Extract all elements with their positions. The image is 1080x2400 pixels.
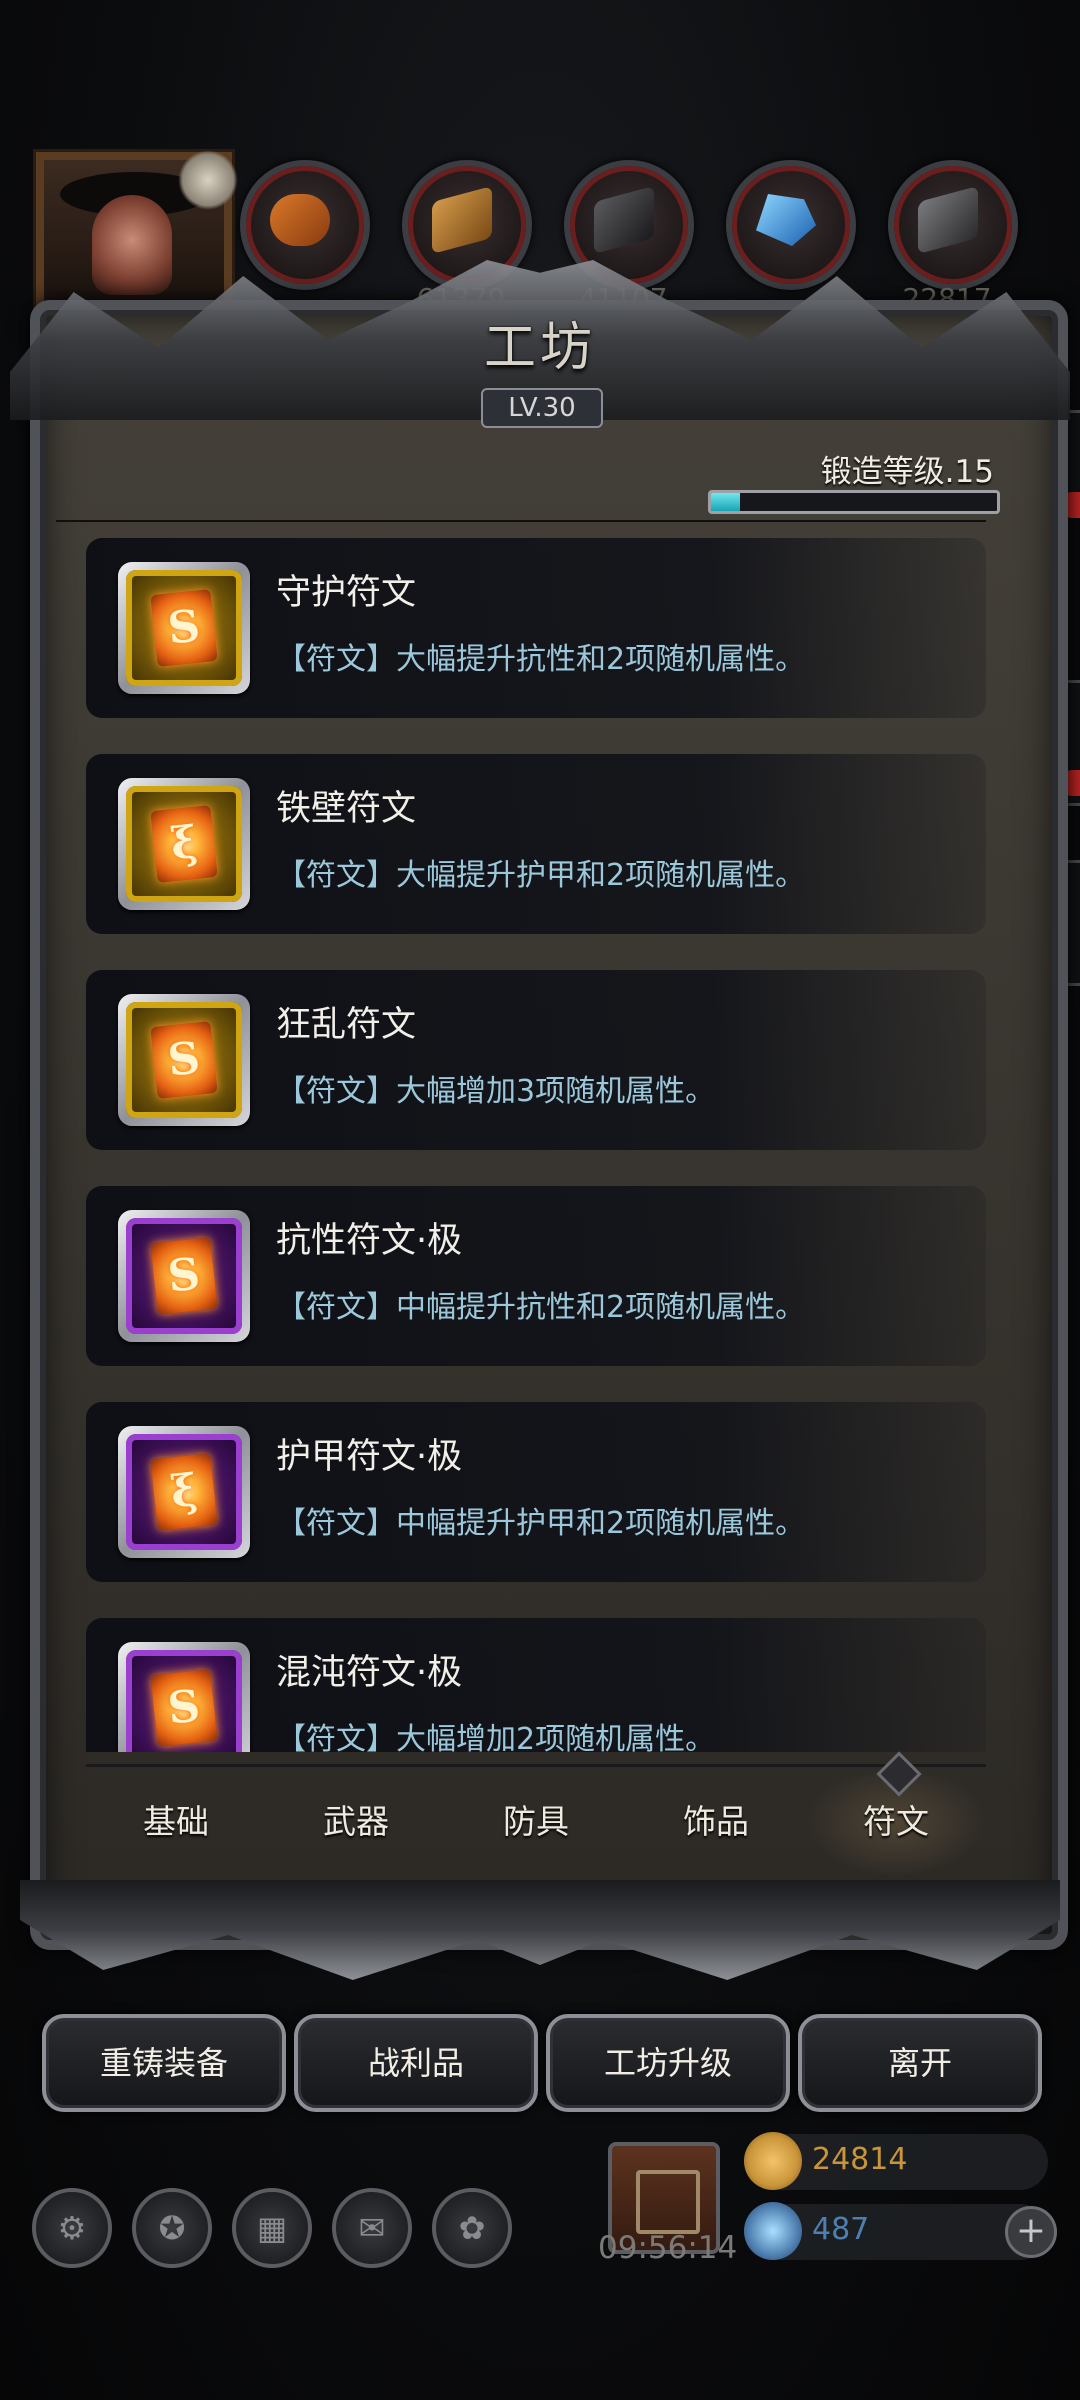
item-icon-frame: ξ	[118, 1426, 250, 1558]
gold-coin-icon	[744, 2132, 802, 2190]
resource-steel[interactable]	[888, 160, 1018, 290]
gem-icon	[744, 2202, 802, 2260]
item-name: 混沌符文·极	[276, 1653, 463, 1693]
rune-icon: S	[150, 1669, 218, 1747]
item-description: 【符文】大幅提升抗性和2项随机属性。	[276, 642, 806, 677]
workshop-upgrade-button[interactable]: 工坊升级	[546, 2014, 790, 2112]
item-icon-background: ξ	[126, 1434, 242, 1550]
crystal-icon	[756, 194, 816, 246]
item-icon-frame: S	[118, 1210, 250, 1342]
gold-amount: 24814	[812, 2142, 908, 2177]
rune-icon: S	[150, 589, 218, 667]
list-item[interactable]: S 混沌符文·极 【符文】大幅增加2项随机属性。	[86, 1618, 986, 1752]
item-description: 【符文】大幅增加2项随机属性。	[276, 1722, 716, 1752]
rune-glyph: ξ	[168, 816, 200, 871]
rune-glyph: S	[165, 1680, 203, 1735]
workshop-level-badge: LV.30	[481, 388, 603, 428]
tab-armor[interactable]: 防具	[446, 1767, 626, 1877]
resource-bar: 61379 41107 22817	[240, 160, 1020, 315]
list-item[interactable]: ξ 铁壁符文 【符文】大幅提升护甲和2项随机属性。	[86, 754, 986, 934]
plank-icon	[432, 185, 492, 255]
item-icon-background: S	[126, 570, 242, 686]
resource-crystal[interactable]	[726, 160, 856, 290]
wood-icon	[270, 194, 330, 246]
item-icon-frame: S	[118, 1642, 250, 1752]
map-icon[interactable]: ▦	[232, 2188, 312, 2268]
add-currency-plus-icon[interactable]: +	[1005, 2206, 1057, 2258]
gold-currency: 24814	[744, 2132, 1048, 2190]
forge-progress-fill	[711, 493, 740, 511]
item-description: 【符文】中幅提升抗性和2项随机属性。	[276, 1290, 806, 1325]
leave-button[interactable]: 离开	[798, 2014, 1042, 2112]
settings-gear-icon[interactable]: ⚙	[32, 2188, 112, 2268]
gem-amount: 487	[812, 2212, 870, 2247]
item-description: 【符文】大幅增加3项随机属性。	[276, 1074, 716, 1109]
item-icon-frame: S	[118, 562, 250, 694]
window-bottom-ornament	[20, 1880, 1060, 1980]
rune-icon: S	[150, 1237, 218, 1315]
rune-icon: ξ	[150, 1453, 218, 1531]
window-title: 工坊	[483, 318, 596, 378]
gift-icon	[636, 2170, 700, 2234]
forge-level-label: 锻造等级.15	[820, 454, 994, 490]
item-name: 守护符文	[276, 573, 417, 613]
tab-accessory[interactable]: 饰品	[626, 1767, 806, 1877]
rune-glyph: S	[165, 600, 203, 655]
rune-icon: ξ	[150, 805, 218, 883]
item-icon-frame: ξ	[118, 778, 250, 910]
item-icon-background: S	[126, 1650, 242, 1752]
list-item[interactable]: ξ 护甲符文·极 【符文】中幅提升护甲和2项随机属性。	[86, 1402, 986, 1582]
rune-recipe-list[interactable]: S 守护符文 【符文】大幅提升抗性和2项随机属性。 ξ 铁壁符文 【符文】大幅提…	[86, 536, 986, 1752]
gem-currency: 487	[744, 2202, 1048, 2260]
item-description: 【符文】大幅提升护甲和2项随机属性。	[276, 858, 806, 893]
loot-button[interactable]: 战利品	[294, 2014, 538, 2112]
item-name: 狂乱符文	[276, 1005, 417, 1045]
recast-equipment-button[interactable]: 重铸装备	[42, 2014, 286, 2112]
category-tabs: 基础 武器 防具 饰品 符文	[86, 1764, 986, 1877]
rune-icon: S	[150, 1021, 218, 1099]
player-portrait[interactable]	[36, 150, 238, 318]
resource-wood[interactable]	[240, 160, 370, 290]
item-icon-background: S	[126, 1218, 242, 1334]
item-description: 【符文】中幅提升护甲和2项随机属性。	[276, 1506, 806, 1541]
list-item[interactable]: S 狂乱符文 【符文】大幅增加3项随机属性。	[86, 970, 986, 1150]
rune-glyph: S	[165, 1248, 203, 1303]
rune-glyph: ξ	[168, 1464, 200, 1519]
achievement-icon[interactable]: ✪	[132, 2188, 212, 2268]
list-item[interactable]: S 守护符文 【符文】大幅提升抗性和2项随机属性。	[86, 538, 986, 718]
item-icon-background: ξ	[126, 786, 242, 902]
item-icon-background: S	[126, 1002, 242, 1118]
tab-weapon[interactable]: 武器	[266, 1767, 446, 1877]
tab-basic[interactable]: 基础	[86, 1767, 266, 1877]
gift-timer: 09:56:14	[598, 2230, 738, 2266]
rune-glyph: S	[165, 1032, 203, 1087]
portrait-face	[92, 195, 172, 295]
steel-ingot-icon	[918, 185, 978, 255]
item-name: 铁壁符文	[276, 789, 417, 829]
list-item[interactable]: S 抗性符文·极 【符文】中幅提升抗性和2项随机属性。	[86, 1186, 986, 1366]
item-name: 护甲符文·极	[276, 1437, 463, 1477]
forge-progress-bar	[708, 490, 1000, 514]
item-icon-frame: S	[118, 994, 250, 1126]
portrait-flower-decoration	[178, 150, 238, 210]
mail-icon[interactable]: ✉	[332, 2188, 412, 2268]
shop-icon[interactable]: ✿	[432, 2188, 512, 2268]
iron-ingot-icon	[594, 185, 654, 255]
item-name: 抗性符文·极	[276, 1221, 463, 1261]
divider	[56, 520, 986, 522]
